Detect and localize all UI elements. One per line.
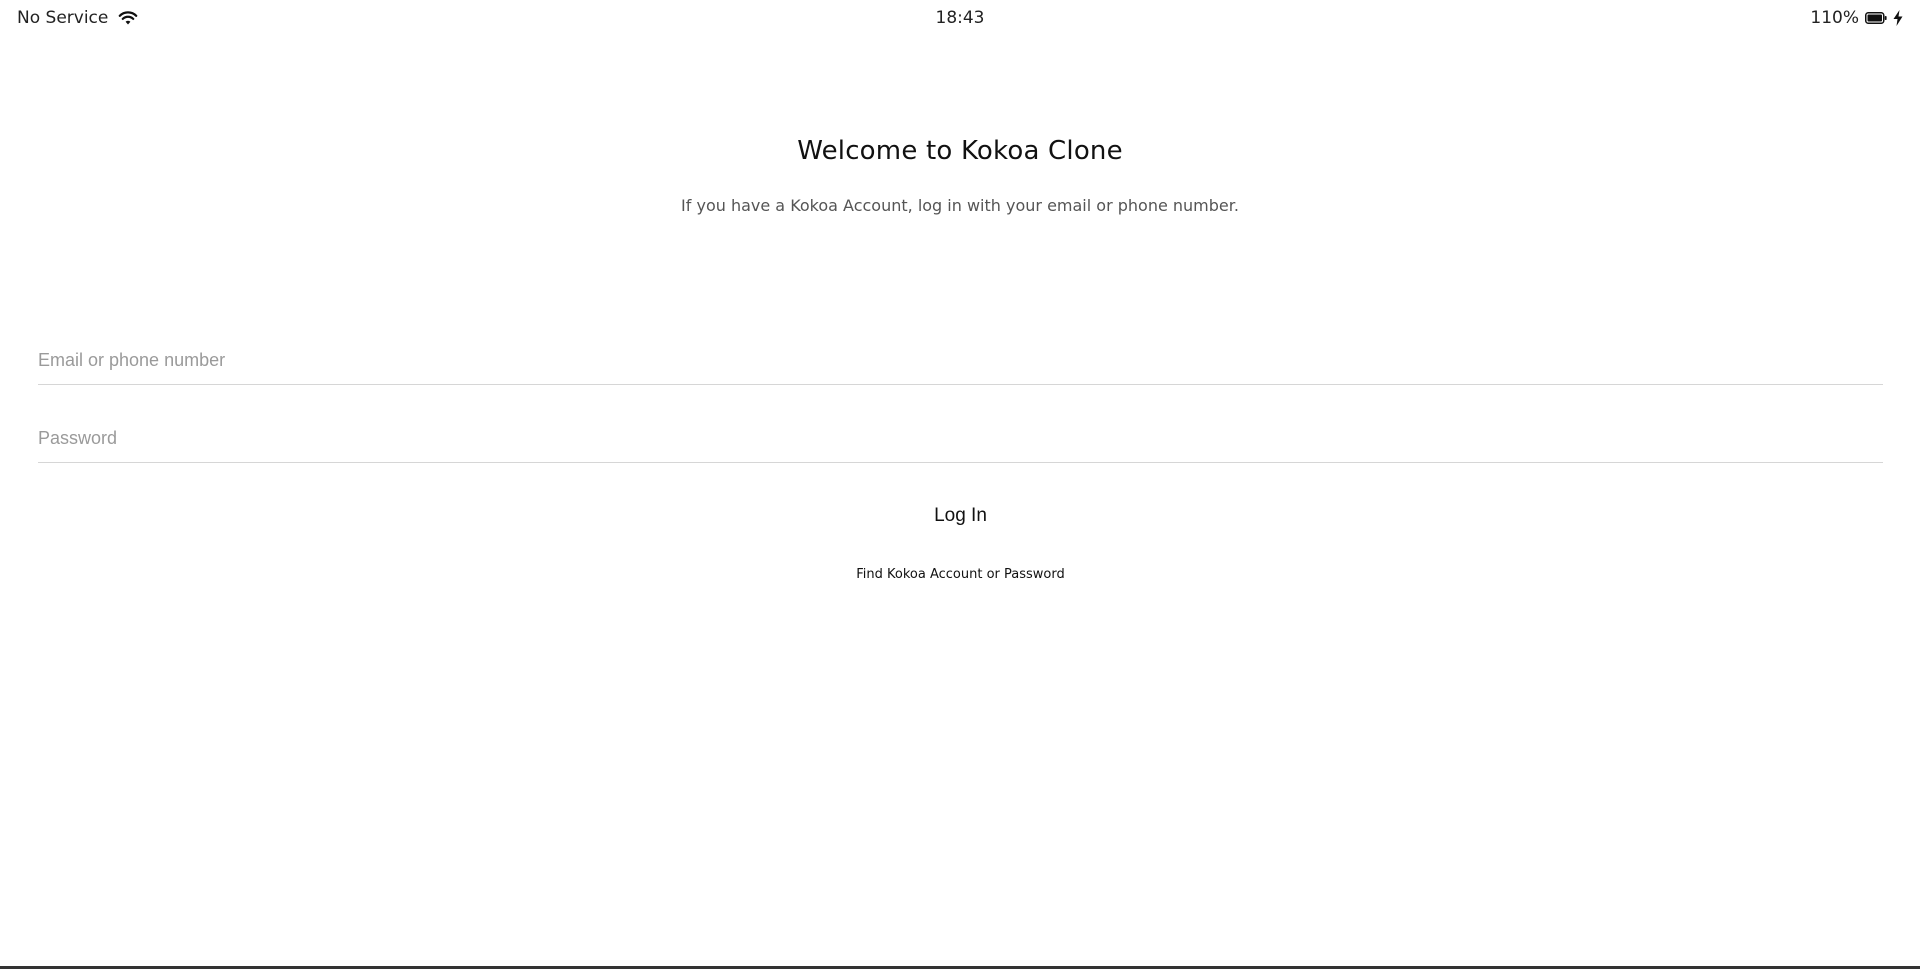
status-bar: No Service 18:43 110%	[0, 0, 1920, 36]
email-field[interactable]	[38, 330, 1883, 385]
status-time: 18:43	[935, 8, 985, 28]
carrier-label: No Service	[17, 8, 109, 28]
login-form: Log In Find Kokoa Account or Password	[38, 330, 1883, 582]
page-subtitle: If you have a Kokoa Account, log in with…	[681, 196, 1239, 215]
status-left: No Service	[17, 8, 217, 28]
welcome-header: Welcome to Kokoa Clone If you have a Kok…	[0, 136, 1920, 215]
find-account-link[interactable]: Find Kokoa Account or Password	[38, 567, 1883, 582]
battery-icon	[1865, 12, 1887, 24]
login-button[interactable]: Log In	[922, 501, 999, 531]
page-title: Welcome to Kokoa Clone	[797, 136, 1123, 166]
wifi-icon	[118, 10, 138, 26]
battery-percent: 110%	[1810, 8, 1859, 28]
charging-bolt-icon	[1893, 10, 1903, 26]
password-field[interactable]	[38, 408, 1883, 463]
status-right: 110%	[1703, 8, 1903, 28]
